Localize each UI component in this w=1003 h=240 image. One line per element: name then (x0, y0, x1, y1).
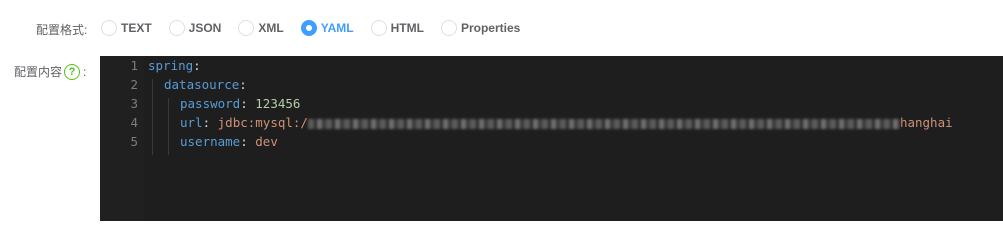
radio-html[interactable]: HTML (370, 20, 424, 36)
radio-label[interactable]: YAML (321, 21, 354, 35)
line-number: 5 (130, 134, 138, 149)
radio-circle[interactable] (370, 20, 387, 36)
radio-label[interactable]: TEXT (121, 21, 152, 35)
radio-circle[interactable] (238, 20, 255, 36)
radio-label[interactable]: JSON (189, 21, 222, 35)
radio-label[interactable]: XML (258, 21, 283, 35)
code-text: url: jdbc:mysql:/hanghai (180, 115, 953, 130)
code-line: 5 username: dev (100, 132, 1003, 151)
line-number: 4 (130, 115, 138, 130)
config-content-label: 配置内容 ? : (14, 63, 86, 80)
radio-circle[interactable] (101, 20, 117, 36)
code-text: spring: (148, 58, 201, 73)
code-line: 1 spring: (100, 56, 1003, 75)
radio-yaml[interactable]: YAML (300, 20, 354, 36)
code-line: 3 password: 123456 (100, 94, 1003, 113)
config-content-label-suffix: : (83, 64, 87, 79)
config-content-label-text: 配置内容 (14, 65, 63, 79)
radio-label[interactable]: Properties (461, 21, 520, 35)
config-format-row: 配置格式: TEXT JSON XML YAML HTML Properties (0, 18, 1003, 42)
code-text: username: dev (180, 134, 278, 149)
config-format-label: 配置格式: (36, 23, 88, 37)
line-number: 1 (130, 58, 138, 73)
radio-properties[interactable]: Properties (440, 20, 520, 36)
radio-text[interactable]: TEXT (101, 20, 152, 36)
code-text: password: 123456 (180, 96, 301, 111)
format-radio-group: TEXT JSON XML YAML HTML Properties (101, 20, 537, 36)
code-editor[interactable]: 1 spring: 2 datasource: 3 password: 1234… (100, 56, 1003, 221)
line-number: 2 (130, 77, 138, 92)
radio-circle[interactable] (440, 20, 457, 36)
code-line: 4 url: jdbc:mysql:/hanghai (100, 113, 1003, 132)
radio-xml[interactable]: XML (238, 20, 284, 36)
radio-circle[interactable] (168, 20, 185, 36)
line-number: 3 (130, 96, 138, 111)
radio-circle-checked[interactable] (300, 20, 317, 36)
code-text: datasource: (164, 77, 247, 92)
radio-label[interactable]: HTML (391, 21, 424, 35)
radio-json[interactable]: JSON (168, 20, 222, 36)
code-line: 2 datasource: (100, 75, 1003, 94)
redacted-text (307, 118, 900, 129)
question-circle-icon[interactable]: ? (64, 63, 81, 80)
